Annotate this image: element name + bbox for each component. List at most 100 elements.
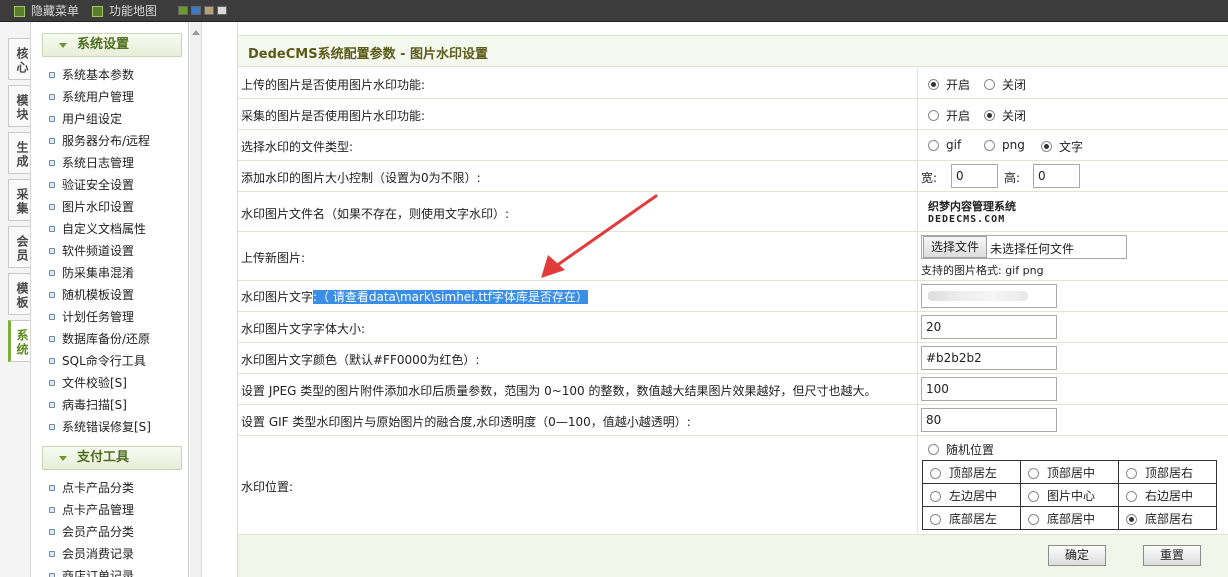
sidebar-item[interactable]: 服务器分布/远程 xyxy=(49,130,151,152)
sidebar-item[interactable]: 系统日志管理 xyxy=(49,152,151,174)
sidebar-item-label: 会员产品分类 xyxy=(62,525,135,539)
watermark-text-input[interactable] xyxy=(921,284,1057,308)
size-limit-label: 添加水印的图片大小控制（设置为0为不限）: xyxy=(241,171,481,185)
bullet-icon xyxy=(49,358,55,364)
upload-watermark-off-radio[interactable]: 关闭 xyxy=(984,76,1026,93)
pos-bottom-right[interactable]: 底部居右 xyxy=(1118,506,1217,530)
sidebar-splitter[interactable] xyxy=(190,22,202,577)
sidebar-item[interactable]: 病毒扫描[S] xyxy=(49,394,151,416)
sidebar-item-label: 会员消费记录 xyxy=(62,547,135,561)
type-gif-radio[interactable]: gif xyxy=(928,138,961,152)
collect-watermark-on-radio[interactable]: 开启 xyxy=(928,107,970,124)
pos-top-right[interactable]: 顶部居右 xyxy=(1118,460,1217,484)
font-color-input[interactable]: #b2b2b2 xyxy=(921,346,1057,370)
choose-file-button[interactable]: 选择文件 xyxy=(923,236,988,258)
font-size-input[interactable]: 20 xyxy=(921,315,1057,339)
sidebar-item[interactable]: 商店订单记录 xyxy=(49,565,134,577)
sidebar-item[interactable]: 会员产品分类 xyxy=(49,521,134,543)
height-input[interactable]: 0 xyxy=(1033,164,1080,188)
sidebar-item[interactable]: 系统错误修复[S] xyxy=(49,416,151,438)
pos-bottom-left[interactable]: 底部居左 xyxy=(922,506,1021,530)
sidebar-item[interactable]: 点卡产品分类 xyxy=(49,477,134,499)
ok-button[interactable]: 确定 xyxy=(1048,545,1106,566)
sidebar-item-label: SQL命令行工具 xyxy=(62,354,146,368)
type-text-radio[interactable]: 文字 xyxy=(1041,138,1083,155)
sidebar-item[interactable]: 系统用户管理 xyxy=(49,86,151,108)
tab-core[interactable]: 核心 xyxy=(8,38,30,80)
theme-gray-swatch[interactable] xyxy=(217,6,227,15)
sidebar-menu: 系统设置 系统基本参数系统用户管理 用户组设定 服务器分布/远程 系统日志管理 验证安全… xyxy=(31,22,189,577)
form-footer: 确定 重置 xyxy=(238,534,1228,577)
main-panel: DedeCMS系统配置参数 - 图片水印设置 上传的图片是否使用图片水印功能: … xyxy=(237,22,1228,577)
sidebar-item[interactable]: 软件频道设置 xyxy=(49,240,151,262)
row-upload-watermark: 上传的图片是否使用图片水印功能: 开启 关闭 xyxy=(238,68,1228,99)
watermark-text-label: 水印图片文字 xyxy=(241,290,314,304)
bullet-icon xyxy=(49,138,55,144)
upload-watermark-on-radio[interactable]: 开启 xyxy=(928,76,970,93)
function-map-link[interactable]: 功能地图 xyxy=(92,3,157,19)
sidebar-item[interactable]: 文件校验[S] xyxy=(49,372,151,394)
jpeg-quality-input[interactable]: 100 xyxy=(921,377,1057,401)
sidebar-item[interactable]: 防采集串混淆 xyxy=(49,262,151,284)
reset-button[interactable]: 重置 xyxy=(1143,545,1201,566)
bullet-icon xyxy=(49,551,55,557)
font-color-label: 水印图片文字颜色（默认#FF0000为红色）: xyxy=(241,353,480,367)
pos-middle-right[interactable]: 右边居中 xyxy=(1118,483,1217,507)
row-jpeg-quality: 设置 JPEG 类型的图片附件添加水印后质量参数，范围为 0~100 的整数，数… xyxy=(238,374,1228,405)
theme-blue-swatch[interactable] xyxy=(191,6,201,15)
bullet-icon xyxy=(49,248,55,254)
page-title: DedeCMS系统配置参数 - 图片水印设置 xyxy=(248,47,489,62)
sidebar-item[interactable]: SQL命令行工具 xyxy=(49,350,151,372)
sidebar-item[interactable]: 点卡产品管理 xyxy=(49,499,134,521)
random-position-radio[interactable]: 随机位置 xyxy=(928,441,994,458)
sidebar-item[interactable]: 自定义文档属性 xyxy=(49,218,151,240)
sidebar-item-label: 防采集串混淆 xyxy=(62,266,135,280)
tab-templates[interactable]: 模板 xyxy=(8,273,30,315)
bullet-icon xyxy=(49,402,55,408)
sidebar-item[interactable]: 数据库备份/还原 xyxy=(49,328,151,350)
blurred-text xyxy=(928,291,1028,301)
tab-system[interactable]: 系统 xyxy=(8,320,30,362)
theme-brown-swatch[interactable] xyxy=(204,6,214,15)
top-bar: 隐藏菜单 功能地图 xyxy=(0,0,1228,22)
width-label: 宽: xyxy=(921,171,938,185)
pos-top-center[interactable]: 顶部居中 xyxy=(1020,460,1119,484)
sidebar-item-label: 系统基本参数 xyxy=(62,68,135,82)
sidebar-item[interactable]: 图片水印设置 xyxy=(49,196,151,218)
sidebar-item-label: 商店订单记录 xyxy=(62,569,135,577)
hide-menu-link[interactable]: 隐藏菜单 xyxy=(14,3,79,19)
tab-modules[interactable]: 模块 xyxy=(8,85,30,127)
theme-green-swatch[interactable] xyxy=(178,6,188,15)
width-input[interactable]: 0 xyxy=(951,164,998,188)
type-png-radio[interactable]: png xyxy=(984,138,1025,152)
file-picker[interactable]: 选择文件 未选择任何文件 xyxy=(921,235,1127,259)
sidebar-item[interactable]: 系统基本参数 xyxy=(49,64,151,86)
pos-bottom-center[interactable]: 底部居中 xyxy=(1020,506,1119,530)
payment-tools-list: 点卡产品分类点卡产品管理会员产品分类 会员消费记录商店订单记录 xyxy=(49,477,134,577)
tab-generate[interactable]: 生成 xyxy=(8,132,30,174)
pos-middle-left[interactable]: 左边居中 xyxy=(922,483,1021,507)
sidebar-item[interactable]: 计划任务管理 xyxy=(49,306,151,328)
sidebar-item-label: 病毒扫描[S] xyxy=(62,398,127,412)
gif-transparency-input[interactable]: 80 xyxy=(921,408,1057,432)
sidebar-item-label: 点卡产品分类 xyxy=(62,481,135,495)
grid-icon xyxy=(92,5,103,17)
sidebar-item-label: 软件频道设置 xyxy=(62,244,135,258)
sidebar-item[interactable]: 随机模板设置 xyxy=(49,284,151,306)
sidebar-item[interactable]: 验证安全设置 xyxy=(49,174,151,196)
collect-watermark-off-radio[interactable]: 关闭 xyxy=(984,107,1026,124)
pos-top-left[interactable]: 顶部居左 xyxy=(922,460,1021,484)
pos-center[interactable]: 图片中心 xyxy=(1020,483,1119,507)
menu-group-payment-tools[interactable]: 支付工具 xyxy=(42,446,182,470)
sidebar-item-label: 自定义文档属性 xyxy=(62,222,147,236)
menu-group-system-settings[interactable]: 系统设置 xyxy=(42,33,182,57)
tab-collect[interactable]: 采集 xyxy=(8,179,30,221)
sidebar-item[interactable]: 会员消费记录 xyxy=(49,543,134,565)
tab-members[interactable]: 会员 xyxy=(8,226,30,268)
upload-watermark-label: 上传的图片是否使用图片水印功能: xyxy=(241,78,426,92)
sidebar-item[interactable]: 用户组设定 xyxy=(49,108,151,130)
bullet-icon xyxy=(49,226,55,232)
row-upload-new: 上传新图片: 选择文件 未选择任何文件 支持的图片格式: gif png xyxy=(238,232,1228,281)
supported-formats-text: 支持的图片格式: gif png xyxy=(921,264,1044,277)
row-size-limit: 添加水印的图片大小控制（设置为0为不限）: 宽: 0 高: 0 xyxy=(238,161,1228,192)
